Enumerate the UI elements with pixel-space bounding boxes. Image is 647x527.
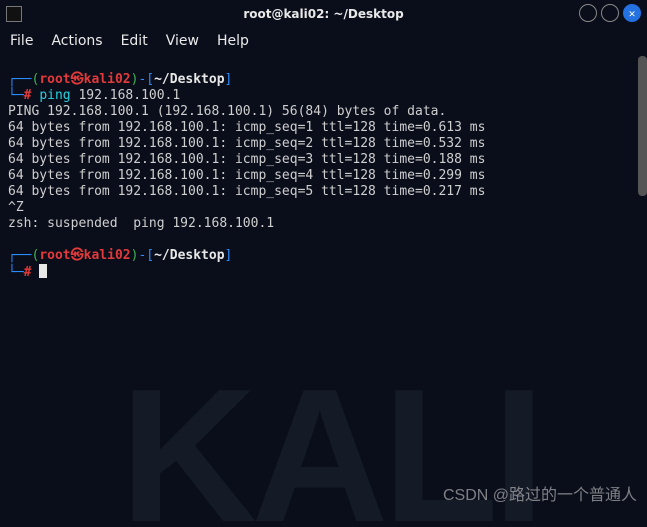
window-controls: ✕ bbox=[579, 4, 641, 22]
menu-actions[interactable]: Actions bbox=[51, 33, 102, 49]
menu-help[interactable]: Help bbox=[217, 33, 249, 49]
prompt-hash: # bbox=[24, 265, 32, 280]
command-name: ping bbox=[39, 88, 70, 103]
output-line: 64 bytes from 192.168.100.1: icmp_seq=2 … bbox=[8, 136, 485, 151]
terminal[interactable]: ┌──(root㉿kali02)-[~/Desktop] └─# ping 19… bbox=[8, 56, 643, 513]
prompt-dash: -[ bbox=[138, 72, 154, 87]
prompt-host: kali02 bbox=[84, 248, 131, 263]
close-button[interactable]: ✕ bbox=[623, 4, 641, 22]
prompt-user: root bbox=[39, 72, 70, 87]
prompt-hash: # bbox=[24, 88, 32, 103]
output-line: 64 bytes from 192.168.100.1: icmp_seq=4 … bbox=[8, 168, 485, 183]
output-line: 64 bytes from 192.168.100.1: icmp_seq=5 … bbox=[8, 184, 485, 199]
prompt-cwd: ~/Desktop bbox=[154, 248, 224, 263]
prompt-corner-bottom: └─ bbox=[8, 88, 24, 103]
prompt-user: root bbox=[39, 248, 70, 263]
output-line: PING 192.168.100.1 (192.168.100.1) 56(84… bbox=[8, 104, 446, 119]
menubar: File Actions Edit View Help bbox=[0, 28, 647, 54]
menu-edit[interactable]: Edit bbox=[121, 33, 148, 49]
output-ctrlz: ^Z bbox=[8, 200, 24, 215]
menu-view[interactable]: View bbox=[166, 33, 199, 49]
prompt-corner-bottom: └─ bbox=[8, 265, 24, 280]
watermark: CSDN @路过的一个普通人 bbox=[443, 481, 637, 505]
minimize-button[interactable] bbox=[579, 4, 597, 22]
output-suspend: zsh: suspended ping 192.168.100.1 bbox=[8, 216, 274, 231]
prompt-corner: ┌── bbox=[8, 72, 31, 87]
prompt-rbr: ] bbox=[225, 248, 233, 263]
prompt-cwd: ~/Desktop bbox=[154, 72, 224, 87]
prompt-corner: ┌── bbox=[8, 248, 31, 263]
maximize-button[interactable] bbox=[601, 4, 619, 22]
prompt-host: kali02 bbox=[84, 72, 131, 87]
output-line: 64 bytes from 192.168.100.1: icmp_seq=3 … bbox=[8, 152, 485, 167]
output-line: 64 bytes from 192.168.100.1: icmp_seq=1 … bbox=[8, 120, 485, 135]
prompt-rbr: ] bbox=[225, 72, 233, 87]
at-icon: ㉿ bbox=[71, 248, 84, 263]
cursor bbox=[39, 264, 47, 278]
at-icon: ㉿ bbox=[71, 72, 84, 87]
window-title: root@kali02: ~/Desktop bbox=[0, 7, 647, 21]
menu-file[interactable]: File bbox=[10, 33, 33, 49]
command-arg: 192.168.100.1 bbox=[71, 88, 181, 103]
prompt-dash: -[ bbox=[138, 248, 154, 263]
scrollbar[interactable] bbox=[638, 56, 647, 196]
titlebar: root@kali02: ~/Desktop ✕ bbox=[0, 0, 647, 28]
